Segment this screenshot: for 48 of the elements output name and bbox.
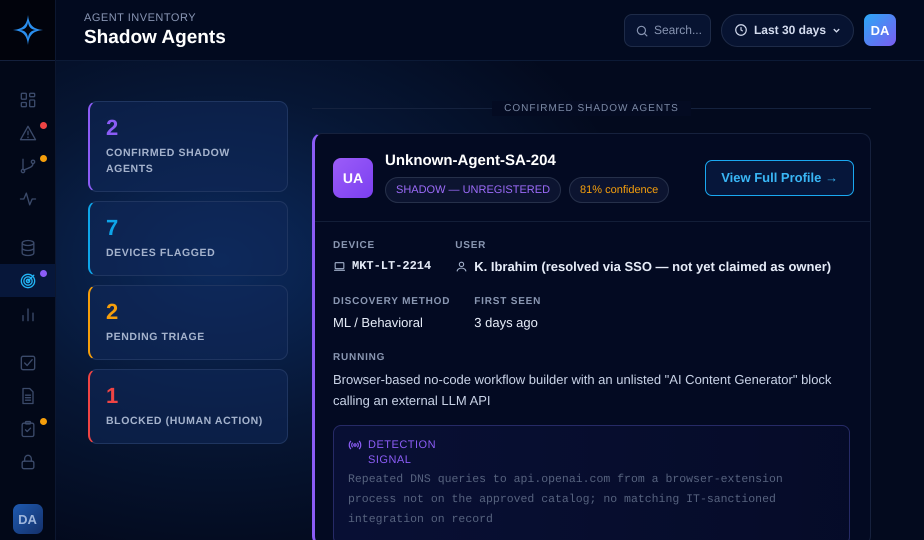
confidence-tag: 81% confidence [569,177,670,203]
field-value: 3 days ago [474,315,538,330]
person-icon [455,260,468,273]
stat-card[interactable]: 7 DEVICES FLAGGED [88,201,288,276]
field-value: ML / Behavioral [333,315,423,330]
star-logo-icon [12,14,44,46]
stat-card[interactable]: 2 PENDING TRIAGE [88,285,288,360]
user-avatar[interactable]: DA [864,14,896,46]
status-tag: SHADOW — UNREGISTERED [385,177,562,203]
signal-heading: DETECTION SIGNAL [368,438,438,468]
page-title: Shadow Agents [84,26,227,48]
view-profile-button[interactable]: View Full Profile → [705,160,854,196]
branch-icon[interactable] [18,156,38,176]
laptop-icon [333,260,346,272]
field-value: MKT-LT-2214 [352,259,432,273]
signal-description: Repeated DNS queries to api.openai.com from a browser-extension process not on the approved catalog; no matching IT-sanctioned integration on record [348,472,784,528]
stat-value: 1 [106,383,120,409]
field-label: RUNNING [333,352,386,363]
stat-label: PENDING TRIAGE [106,330,206,345]
agent-name: Unknown-Agent-SA-204 [385,152,557,169]
stat-label: BLOCKED (HUMAN ACTION) [106,414,264,429]
stat-value: 2 [106,299,120,325]
sidebar-item[interactable] [0,264,55,297]
stat-label: DEVICES FLAGGED [106,246,216,261]
stat-value: 2 [106,115,120,141]
stat-card[interactable]: 1 BLOCKED (HUMAN ACTION) [88,369,288,444]
field-label: DISCOVERY METHOD [333,296,450,307]
warning-icon[interactable] [18,122,38,142]
field-label: DEVICE [333,240,376,251]
stat-value: 7 [106,215,120,241]
stat-card[interactable]: 2 CONFIRMED SHADOW AGENTS [88,101,288,192]
date-range-dropdown[interactable]: Last 30 days [720,14,854,46]
field-label: USER [455,240,488,251]
search-field[interactable]: Search... [624,14,711,46]
field-label: FIRST SEEN [474,296,542,307]
agent-avatar: UA [333,158,373,198]
chevron-down-icon [832,26,841,34]
page-eyebrow: AGENT INVENTORY [84,12,198,24]
radar-icon[interactable] [18,270,38,290]
field-value: K. Ibrahim (resolved via SSO — not yet claimed as owner) [474,259,832,274]
running-description: Browser-based no-code workflow builder with an unlisted "AI Content Generator" block calling an external LLM API [333,371,832,410]
clock-icon [734,23,748,37]
stat-label: CONFIRMED SHADOW AGENTS [106,146,231,177]
section-title: CONFIRMED SHADOW AGENTS [492,100,691,116]
broadcast-icon [348,438,362,452]
checkbox-icon[interactable] [18,352,38,372]
user-avatar[interactable]: DA [12,504,42,534]
dashboard-icon[interactable] [18,90,38,110]
